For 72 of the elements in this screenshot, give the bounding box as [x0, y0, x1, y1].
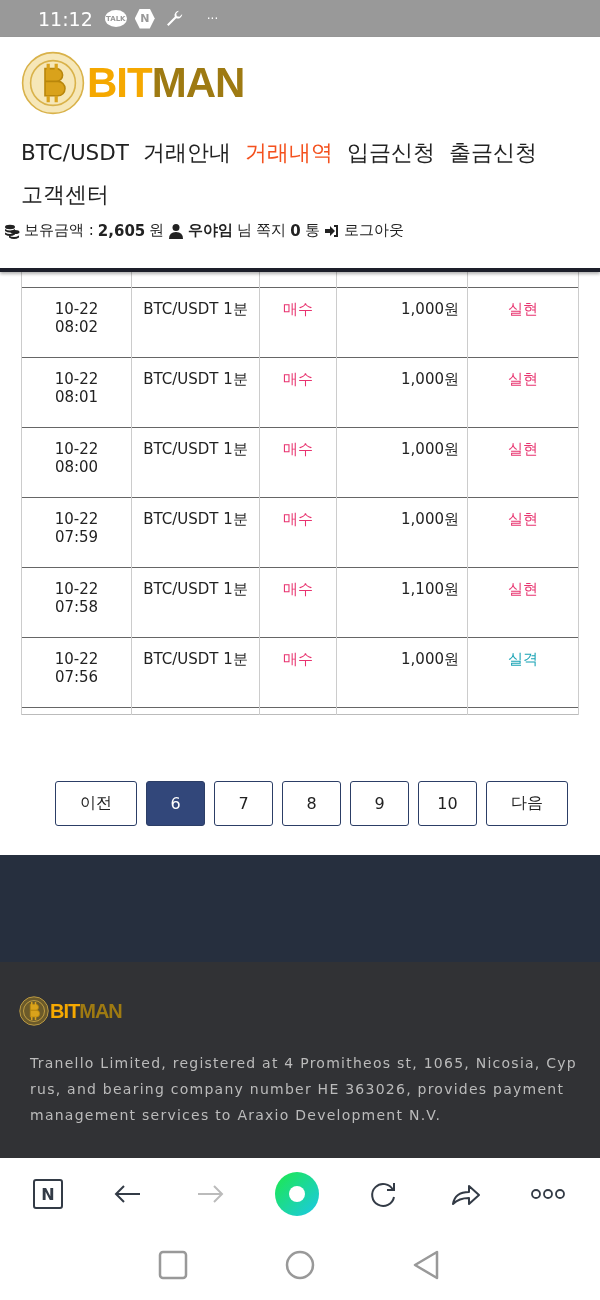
amount-cell: 1,000원 [401, 370, 459, 388]
brand-logo-text[interactable]: BITMAN [87, 59, 245, 107]
user-icon [168, 222, 185, 239]
trade-date: 10-22 [53, 650, 100, 668]
trade-time: 07:59 [53, 528, 100, 546]
coins-icon [4, 222, 20, 239]
market-cell: BTC/USDT 1분 [143, 510, 248, 528]
trade-side: 매수 [283, 370, 313, 388]
page-button[interactable]: 6 [146, 781, 205, 826]
page-button[interactable]: 9 [350, 781, 409, 826]
trade-side: 매수 [283, 580, 313, 598]
sign-in-icon [323, 222, 340, 239]
trade-side: 매수 [283, 650, 313, 668]
bitcoin-coin-icon [21, 51, 85, 115]
result-status: 실현 [508, 510, 538, 528]
result-status: 실현 [508, 300, 538, 318]
trade-date: 10-22 [53, 440, 100, 458]
bitcoin-coin-icon [19, 996, 49, 1026]
market-cell: BTC/USDT 1분 [143, 650, 248, 668]
trade-side: 매수 [283, 300, 313, 318]
nav-link[interactable]: 거래안내 [142, 137, 231, 169]
logout-link[interactable]: 로그아웃 [343, 221, 404, 240]
market-cell: BTC/USDT 1분 [143, 300, 248, 318]
username: 우야임 [188, 221, 234, 240]
company-info: Tranello Limited, registered at 4 Promitheos st, 1065, Nicosia, Cyprus, and bearing company number HE 363026, provides payment management services to Araxio Development N.V. [29, 1054, 578, 1125]
message-count: 0 [290, 221, 301, 240]
page-button[interactable]: 7 [214, 781, 273, 826]
trade-time: 08:02 [53, 318, 100, 336]
footer-logo-text: BITMAN [50, 999, 122, 1023]
nav-link[interactable]: BTC/USDT [21, 137, 129, 169]
page-button[interactable]: 이전 [55, 781, 137, 826]
balance-amount: 2,605 [97, 221, 146, 240]
result-status: 실격 [508, 650, 538, 668]
messages-label: 쪽지 [256, 221, 287, 240]
trade-date: 10-22 [53, 580, 100, 598]
clock: 11:12 [38, 7, 93, 30]
market-cell: BTC/USDT 1분 [143, 580, 248, 598]
balance-label: 보유금액 : [24, 221, 94, 240]
result-status: 실현 [508, 580, 538, 598]
home-icon[interactable] [284, 1249, 316, 1281]
trade-date: 10-22 [53, 370, 100, 388]
nav-link[interactable]: 출금신청 [448, 137, 537, 169]
page-button[interactable]: 10 [418, 781, 477, 826]
trade-time: 08:01 [53, 388, 100, 406]
amount-cell: 1,000원 [401, 440, 459, 458]
nav-link[interactable]: 입금신청 [346, 137, 435, 169]
trade-side: 매수 [283, 510, 313, 528]
trade-date: 10-22 [53, 510, 100, 528]
recents-icon[interactable] [157, 1249, 190, 1281]
more-notifications: ··· [206, 11, 219, 26]
amount-cell: 1,100원 [401, 580, 459, 598]
market-cell: BTC/USDT 1분 [143, 370, 248, 388]
trade-time: 07:56 [53, 668, 100, 686]
message-unit: 통 [304, 221, 320, 240]
currency-unit: 원 [149, 221, 165, 240]
app-badge-icon: N [134, 8, 155, 29]
amount-cell: 1,000원 [401, 650, 459, 668]
amount-cell: 1,000원 [401, 300, 459, 318]
trade-side: 매수 [283, 440, 313, 458]
amount-cell: 1,000원 [401, 510, 459, 528]
trade-date: 10-22 [53, 300, 100, 318]
result-status: 실현 [508, 440, 538, 458]
trade-time: 08:00 [53, 458, 100, 476]
page-button[interactable]: 다음 [486, 781, 568, 826]
result-status: 실현 [508, 370, 538, 388]
ring-button-icon[interactable] [274, 1172, 319, 1216]
market-cell: BTC/USDT 1분 [143, 440, 248, 458]
trade-time: 07:58 [53, 598, 100, 616]
nav-link[interactable]: 고객센터 [21, 179, 109, 211]
honorific: 님 [237, 221, 253, 240]
browser-home-button[interactable]: N [33, 1179, 63, 1209]
page-button[interactable]: 8 [282, 781, 341, 826]
